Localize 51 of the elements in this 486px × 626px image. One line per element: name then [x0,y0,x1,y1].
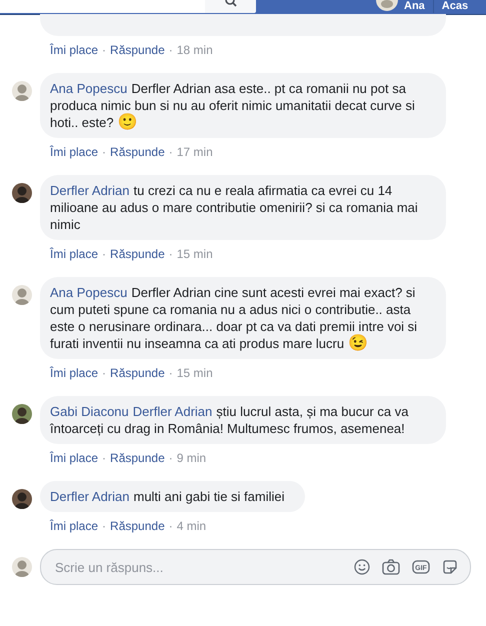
emoji: 🙂 [118,114,138,131]
search-field[interactable] [0,0,205,13]
separator-dot: · [102,42,106,58]
reply-link[interactable]: Răspunde [110,365,165,381]
separator-dot: · [102,450,106,466]
comment-text: Ana Popescu Derfler Adrian asa este.. pt ca romanii nu pot sa produca nimic bun si nu au oferit nimic umanitatii decat curve si hoti.. este? 🙂 [50,81,415,130]
comment-text: Derfler Adrian tu crezi ca nu e reala afirmatia ca evrei cu 14 milioane au adus o mare contributie omenirii? si ca romania mai nimic [50,183,418,232]
author-link[interactable]: Gabi Diaconu [50,404,129,419]
comment-text: Ana Popescu Derfler Adrian cine sunt acesti evrei mai exact? si cum puteti spune ca romania nu a adus nici o contributie.. asta este o nerusinare ordinara... doar pt ca va dati premii intre voi si furati inventii nu inseamna ca ati produs mare lucru 😉 [50,285,418,351]
timestamp: 15 min [176,365,213,381]
separator-dot: · [168,246,173,262]
comment-text: Gabi Diaconu Derfler Adrian știu lucrul asta, și ma bucur ca va întoarceți cu drag in România! Multumesc frumos, asemenea! [50,404,408,436]
emoji: 😉 [348,335,368,352]
like-link[interactable]: Îmi place [50,365,98,381]
like-link[interactable]: Îmi place [50,518,98,534]
separator-dot: · [102,246,106,262]
reply-link[interactable]: Răspunde [110,450,165,466]
author-link[interactable]: Ana Popescu [50,285,128,300]
mention-link[interactable]: Derfler Adrian [132,404,212,419]
reply-link[interactable]: Răspunde [110,518,165,534]
timestamp: 15 min [176,246,213,262]
separator-dot: · [168,450,173,466]
search-icon [224,0,236,8]
like-link[interactable]: Îmi place [50,42,98,58]
separator-dot: · [168,365,173,381]
author-link[interactable]: Derfler Adrian [50,183,130,198]
search-button[interactable] [205,0,256,13]
separator-dot: · [102,365,106,381]
timestamp: 4 min [176,518,206,534]
separator-dot: · [102,518,106,534]
separator-dot: · [102,144,106,160]
like-link[interactable]: Îmi place [50,450,98,466]
reply-link[interactable]: Răspunde [110,246,165,262]
author-link[interactable]: Ana Popescu [50,81,128,96]
reply-link[interactable]: Răspunde [110,42,165,58]
separator-dot: · [168,144,173,160]
sticker-icon[interactable] [442,559,458,575]
comment-text: Derfler Adrian multi ani gabi tie si familiei [50,489,284,504]
profile-link[interactable]: Ana [404,0,425,12]
timestamp: 17 min [176,144,213,160]
camera-icon[interactable] [382,559,400,575]
timestamp: 18 min [176,42,213,58]
timestamp: 9 min [176,450,206,466]
like-link[interactable]: Îmi place [50,246,98,262]
like-link[interactable]: Îmi place [50,144,98,160]
emoji-icon[interactable] [354,559,370,575]
reply-link[interactable]: Răspunde [110,144,165,160]
separator-dot: · [168,518,173,534]
home-link[interactable]: Acas [442,0,468,12]
author-link[interactable]: Derfler Adrian [50,489,130,504]
separator-dot: · [168,42,173,58]
